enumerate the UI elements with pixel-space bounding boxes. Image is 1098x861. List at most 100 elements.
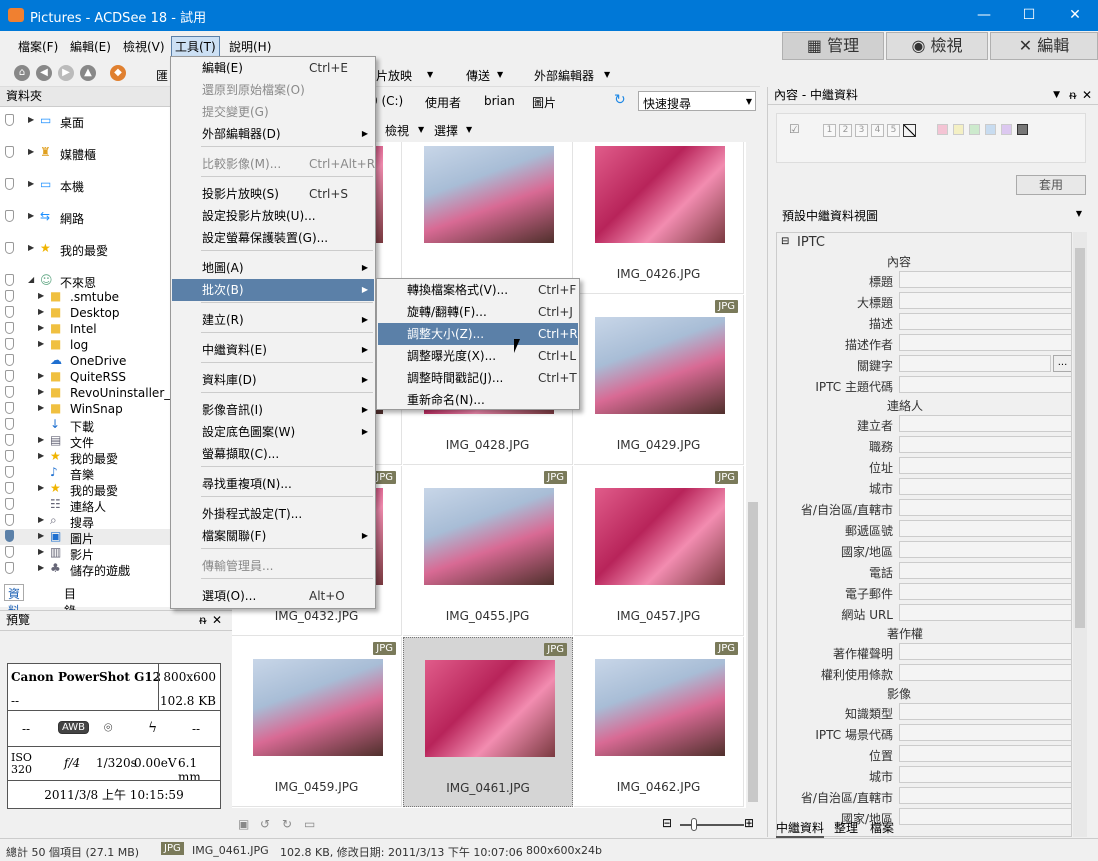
color-label-none[interactable] bbox=[1017, 124, 1028, 135]
quick-search-input[interactable]: 快速搜尋 ▼ bbox=[638, 91, 756, 111]
expand-chevron-icon[interactable]: ▶ bbox=[38, 339, 44, 348]
image-icon[interactable]: ▣ bbox=[238, 817, 249, 831]
expand-chevron-icon[interactable]: ▶ bbox=[28, 179, 34, 188]
iptc-field-input[interactable] bbox=[899, 457, 1071, 474]
checkbox-icon[interactable]: ☑ bbox=[789, 122, 800, 136]
iptc-field-input[interactable] bbox=[899, 643, 1071, 660]
expand-chevron-icon[interactable]: ▶ bbox=[28, 243, 34, 252]
mode-view-tab[interactable]: ◉ 檢視 bbox=[886, 32, 988, 60]
collapse-icon[interactable]: ⊟ bbox=[781, 236, 789, 247]
refresh-icon[interactable]: ↻ bbox=[614, 92, 626, 108]
color-label-purple[interactable] bbox=[1001, 124, 1012, 135]
tools-menu-item[interactable]: 資料庫(D) ▶ bbox=[172, 369, 374, 391]
close-icon[interactable]: ✕ bbox=[1082, 87, 1092, 104]
send-button[interactable]: 傳送 bbox=[466, 67, 490, 84]
iptc-field-input[interactable] bbox=[899, 355, 1051, 372]
tools-menu-item[interactable]: 中繼資料(E) ▶ bbox=[172, 339, 374, 361]
iptc-field-input[interactable] bbox=[899, 376, 1071, 393]
color-label-red[interactable] bbox=[937, 124, 948, 135]
iptc-field-input[interactable] bbox=[899, 583, 1071, 600]
view-dropdown[interactable]: 檢視 bbox=[385, 122, 409, 139]
iptc-field-input[interactable] bbox=[899, 541, 1071, 558]
iptc-field-input[interactable] bbox=[899, 415, 1071, 432]
iptc-field-input[interactable] bbox=[899, 313, 1071, 330]
tools-menu-item[interactable]: 設定投影片放映(U)... bbox=[172, 205, 374, 227]
scrollbar-thumb[interactable] bbox=[748, 502, 758, 802]
tab-organize[interactable]: 整理 bbox=[834, 819, 858, 836]
thumbnail-item[interactable]: JPG IMG_0429.JPG bbox=[574, 295, 744, 465]
pin-icon[interactable]: ᵰ bbox=[199, 611, 206, 630]
tools-menu-item[interactable]: 編輯(E) Ctrl+E bbox=[172, 57, 374, 79]
rating-box[interactable]: 3 bbox=[855, 124, 868, 137]
zoom-slider-handle[interactable] bbox=[691, 818, 697, 831]
expand-chevron-icon[interactable]: ▶ bbox=[38, 403, 44, 412]
tools-menu-item[interactable]: 螢幕擷取(C)... bbox=[172, 443, 374, 465]
close-icon[interactable]: ✕ bbox=[212, 611, 222, 630]
forward-icon[interactable]: ▶ bbox=[58, 65, 74, 81]
expand-chevron-icon[interactable]: ▶ bbox=[38, 483, 44, 492]
tools-menu-item[interactable]: 地圖(A) ▶ bbox=[172, 257, 374, 279]
thumbnail-item[interactable]: JPG IMG_0462.JPG bbox=[574, 637, 744, 807]
expand-chevron-icon[interactable]: ▶ bbox=[28, 211, 34, 220]
batch-menu-item[interactable]: 調整曝光度(X)... Ctrl+L bbox=[378, 345, 578, 367]
tools-menu-item[interactable]: 選項(O)... Alt+O bbox=[172, 585, 374, 607]
keywords-browse-button[interactable]: ... bbox=[1053, 355, 1071, 372]
metadata-view-select[interactable]: 預設中繼資料視圖 ▼ bbox=[776, 204, 1086, 224]
tools-menu-item[interactable]: 批次(B) ▶ bbox=[172, 279, 374, 301]
tools-menu-item[interactable]: 影像音訊(I) ▶ bbox=[172, 399, 374, 421]
menu-edit[interactable]: 編輯(E) bbox=[70, 38, 111, 55]
rating-box[interactable]: 2 bbox=[839, 124, 852, 137]
batch-menu-item[interactable]: 旋轉/翻轉(F)... Ctrl+J bbox=[378, 301, 578, 323]
zoom-in-icon[interactable]: ⊞ bbox=[744, 816, 754, 830]
expand-chevron-icon[interactable]: ▶ bbox=[38, 371, 44, 380]
expand-chevron-icon[interactable]: ▶ bbox=[38, 563, 44, 572]
color-label-green[interactable] bbox=[969, 124, 980, 135]
properties-scrollbar[interactable] bbox=[1073, 232, 1087, 837]
iptc-field-input[interactable] bbox=[899, 724, 1071, 741]
breadcrumb-pictures[interactable]: 圖片 bbox=[532, 94, 556, 111]
select-dropdown[interactable]: 選擇 bbox=[434, 122, 458, 139]
tools-menu-item[interactable]: 檔案關聯(F) ▶ bbox=[172, 525, 374, 547]
vertical-scrollbar[interactable] bbox=[746, 142, 760, 808]
iptc-field-input[interactable] bbox=[899, 520, 1071, 537]
menu-file[interactable]: 檔案(F) bbox=[18, 38, 58, 55]
menu-tools[interactable]: 工具(T) bbox=[171, 36, 220, 57]
tab-catalog[interactable]: 目錄 bbox=[60, 584, 80, 618]
tools-menu-item[interactable]: 投影片放映(S) Ctrl+S bbox=[172, 183, 374, 205]
tools-menu-item[interactable]: 外掛程式設定(T)... bbox=[172, 503, 374, 525]
expand-chevron-icon[interactable]: ◢ bbox=[28, 275, 34, 284]
thumbnail-item[interactable]: IMG_0426.JPG bbox=[574, 142, 744, 294]
iptc-field-input[interactable] bbox=[899, 562, 1071, 579]
rating-box[interactable]: 1 bbox=[823, 124, 836, 137]
batch-menu-item[interactable]: 重新命名(N)... bbox=[378, 389, 578, 411]
iptc-field-input[interactable] bbox=[899, 664, 1071, 681]
compare-icon[interactable]: ▭ bbox=[304, 817, 315, 831]
rotate-left-icon[interactable]: ↺ bbox=[260, 817, 270, 831]
expand-chevron-icon[interactable]: ▶ bbox=[38, 291, 44, 300]
home-icon[interactable]: ⌂ bbox=[14, 65, 30, 81]
apply-button[interactable]: 套用 bbox=[1016, 175, 1086, 195]
batch-menu-item[interactable]: 轉換檔案格式(V)... Ctrl+F bbox=[378, 279, 578, 301]
up-icon[interactable]: ▲ bbox=[80, 65, 96, 81]
expand-chevron-icon[interactable]: ▶ bbox=[28, 115, 34, 124]
chevron-down-icon[interactable]: ▼ bbox=[604, 70, 610, 79]
expand-chevron-icon[interactable]: ▶ bbox=[38, 531, 44, 540]
chevron-down-icon[interactable]: ▼ bbox=[497, 70, 503, 79]
back-icon[interactable]: ◀ bbox=[36, 65, 52, 81]
iptc-field-input[interactable] bbox=[899, 436, 1071, 453]
menu-view[interactable]: 檢視(V) bbox=[123, 38, 165, 55]
iptc-field-input[interactable] bbox=[899, 703, 1071, 720]
close-button[interactable]: ✕ bbox=[1052, 0, 1098, 31]
batch-menu-item[interactable]: 調整大小(Z)... Ctrl+R bbox=[378, 323, 578, 345]
rating-box[interactable]: 4 bbox=[871, 124, 884, 137]
expand-chevron-icon[interactable]: ▶ bbox=[38, 515, 44, 524]
iptc-field-input[interactable] bbox=[899, 787, 1071, 804]
expand-chevron-icon[interactable]: ▶ bbox=[38, 435, 44, 444]
iptc-field-input[interactable] bbox=[899, 271, 1071, 288]
menu-help[interactable]: 說明(H) bbox=[229, 38, 271, 55]
maximize-button[interactable]: ☐ bbox=[1006, 0, 1052, 31]
iptc-field-input[interactable] bbox=[899, 499, 1071, 516]
iptc-field-input[interactable] bbox=[899, 604, 1071, 621]
chevron-down-icon[interactable]: ▼ bbox=[418, 125, 424, 134]
external-editor-button[interactable]: 外部編輯器 bbox=[534, 67, 594, 84]
